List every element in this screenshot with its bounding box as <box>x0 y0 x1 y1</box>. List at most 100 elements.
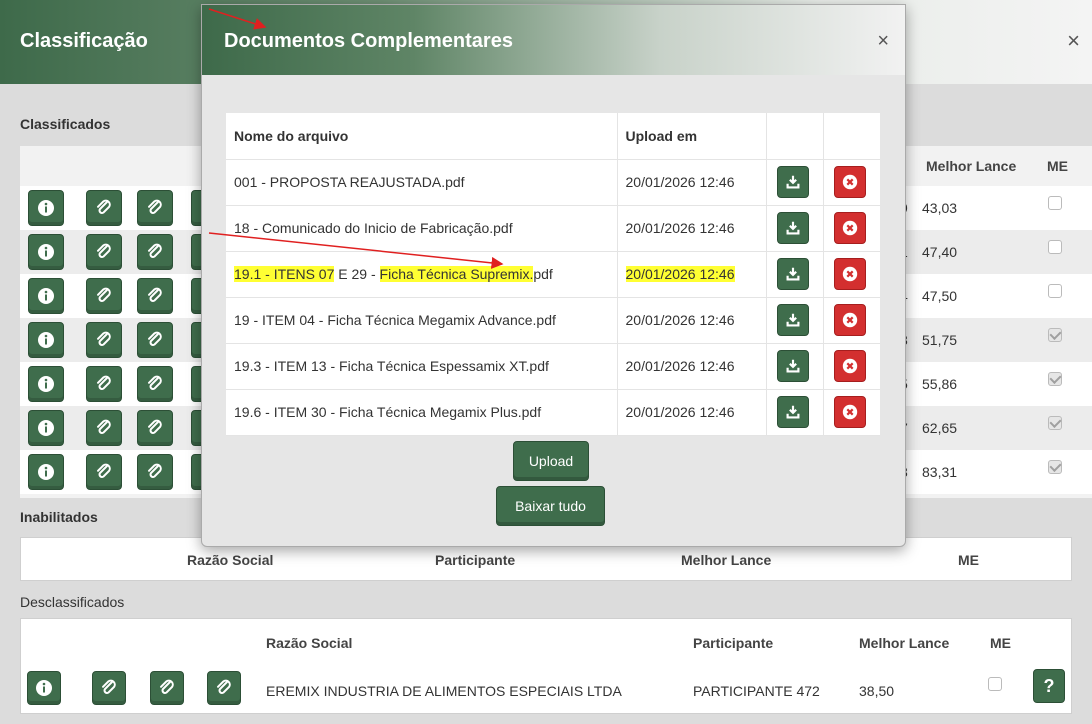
info-button[interactable] <box>27 671 61 705</box>
info-icon <box>36 680 52 696</box>
upload-date: 20/01/2026 12:46 <box>617 251 767 298</box>
me-checkbox[interactable] <box>1048 460 1062 474</box>
attachment-button[interactable] <box>137 322 173 358</box>
attachment-button[interactable] <box>137 190 173 226</box>
me-checkbox[interactable] <box>1048 196 1062 210</box>
attachment-button[interactable] <box>137 234 173 270</box>
disqualified-table: Razão Social Participante Melhor Lance M… <box>20 618 1072 714</box>
file-name-header: Nome do arquivo <box>226 113 618 160</box>
download-button[interactable] <box>776 258 809 290</box>
upload-date: 20/01/2026 12:46 <box>617 343 767 390</box>
attachment-button[interactable] <box>86 410 122 446</box>
attachment-button[interactable] <box>86 278 122 314</box>
attachment-button[interactable] <box>92 671 126 705</box>
download-header <box>766 113 824 160</box>
delete-button[interactable] <box>833 396 866 428</box>
download-icon <box>786 175 799 189</box>
best-bid-value: 83,31 <box>922 464 958 480</box>
delete-icon <box>842 358 857 374</box>
info-button[interactable] <box>28 322 64 358</box>
file-row: 001 - PROPOSTA REAJUSTADA.pdf 20/01/2026 … <box>226 159 880 206</box>
info-icon <box>38 376 54 392</box>
file-name: 19.1 - ITENS 07 E 29 - Ficha Técnica Sup… <box>226 251 618 298</box>
participant-name: PARTICIPANTE 472 <box>693 683 820 699</box>
best-bid-value: 55,86 <box>922 376 958 392</box>
attachment-button[interactable] <box>150 671 184 705</box>
download-button[interactable] <box>776 304 809 336</box>
attachment-button[interactable] <box>137 278 173 314</box>
table-row: EREMIX INDUSTRIA DE ALIMENTOS ESPECIAIS … <box>21 667 1071 713</box>
download-button[interactable] <box>776 396 809 428</box>
attachment-button[interactable] <box>207 671 241 705</box>
modal-close-icon[interactable]: × <box>877 31 889 51</box>
paperclip-icon <box>97 463 111 478</box>
me-checkbox[interactable] <box>1048 328 1062 342</box>
download-cell <box>766 159 824 206</box>
upload-date: 20/01/2026 12:46 <box>617 389 767 436</box>
attachment-button[interactable] <box>137 366 173 402</box>
paperclip-icon <box>148 375 162 390</box>
download-button[interactable] <box>776 212 809 244</box>
info-icon <box>38 288 54 304</box>
delete-icon <box>842 220 857 236</box>
info-button[interactable] <box>28 454 64 490</box>
me-checkbox[interactable] <box>1048 284 1062 298</box>
download-cell <box>766 389 824 436</box>
download-cell <box>766 251 824 298</box>
delete-button[interactable] <box>833 212 866 244</box>
file-name-part: 19.1 - ITENS 07 <box>234 266 335 282</box>
best-bid-value: 38,50 <box>859 683 895 699</box>
upload-date-text: 20/01/2026 12:46 <box>625 358 735 374</box>
file-row: 19.1 - ITENS 07 E 29 - Ficha Técnica Sup… <box>226 251 880 298</box>
info-icon <box>38 244 54 260</box>
disabled-company-header: Razão Social <box>187 552 274 568</box>
delete-button[interactable] <box>833 350 866 382</box>
attachment-button[interactable] <box>86 190 122 226</box>
info-icon <box>38 332 54 348</box>
download-button[interactable] <box>776 166 809 198</box>
info-icon <box>38 200 54 216</box>
attachment-button[interactable] <box>86 366 122 402</box>
help-button[interactable]: ? <box>1033 669 1065 703</box>
info-button[interactable] <box>28 234 64 270</box>
me-checkbox[interactable] <box>988 677 1002 691</box>
attachment-button[interactable] <box>86 234 122 270</box>
best-bid-value: 47,40 <box>922 244 958 260</box>
upload-button[interactable]: Upload <box>513 441 589 481</box>
me-checkbox[interactable] <box>1048 372 1062 386</box>
delete-button[interactable] <box>833 304 866 336</box>
attachment-button[interactable] <box>137 454 173 490</box>
download-icon <box>786 267 799 281</box>
paperclip-icon <box>148 199 162 214</box>
attachment-button[interactable] <box>86 322 122 358</box>
info-button[interactable] <box>28 278 64 314</box>
delete-cell <box>823 251 880 298</box>
background-close-icon[interactable]: × <box>1067 30 1080 52</box>
attachment-button[interactable] <box>137 410 173 446</box>
paperclip-icon <box>97 419 111 434</box>
delete-button[interactable] <box>833 166 866 198</box>
delete-cell <box>823 159 880 206</box>
info-button[interactable] <box>28 366 64 402</box>
info-button[interactable] <box>28 190 64 226</box>
upload-date: 20/01/2026 12:46 <box>617 205 767 252</box>
file-name: 001 - PROPOSTA REAJUSTADA.pdf <box>226 159 618 206</box>
file-name: 18 - Comunicado do Inicio de Fabricação.… <box>226 205 618 252</box>
info-icon <box>38 464 54 480</box>
file-name: 19.6 - ITEM 30 - Ficha Técnica Megamix P… <box>226 389 618 436</box>
delete-icon <box>842 404 857 420</box>
me-checkbox[interactable] <box>1048 240 1062 254</box>
me-checkbox[interactable] <box>1048 416 1062 430</box>
delete-cell <box>823 297 880 344</box>
info-button[interactable] <box>28 410 64 446</box>
paperclip-icon <box>148 419 162 434</box>
attachment-button[interactable] <box>86 454 122 490</box>
download-all-button[interactable]: Baixar tudo <box>496 486 605 526</box>
modal-title: Documentos Complementares <box>224 30 513 52</box>
disqualified-me-header: ME <box>990 635 1011 651</box>
download-button[interactable] <box>776 350 809 382</box>
file-row: 19 - ITEM 04 - Ficha Técnica Megamix Adv… <box>226 297 880 344</box>
delete-button[interactable] <box>833 258 866 290</box>
paperclip-icon <box>97 199 111 214</box>
paperclip-icon <box>102 679 116 694</box>
